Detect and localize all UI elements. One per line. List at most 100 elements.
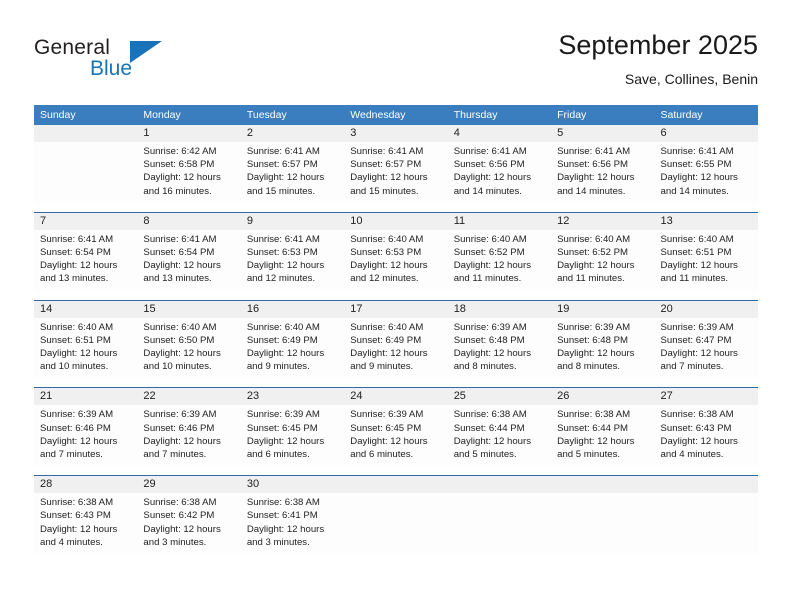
weekday-header-wednesday: Wednesday: [350, 109, 406, 121]
day-number[interactable]: 11: [448, 213, 551, 230]
day-number[interactable]: 24: [344, 388, 447, 405]
day-number[interactable]: 28: [34, 476, 137, 493]
day-cell[interactable]: Sunrise: 6:40 AM Sunset: 6:50 PM Daylight:…: [137, 318, 240, 380]
sunrise-text: Sunrise: 6:41 AM: [40, 233, 114, 245]
day-cell[interactable]: Sunrise: 6:38 AM Sunset: 6:41 PM Daylight:…: [241, 493, 344, 555]
day-cell[interactable]: Sunrise: 6:39 AM Sunset: 6:47 PM Daylight:…: [655, 318, 758, 380]
sunrise-text: Sunrise: 6:38 AM: [246, 497, 320, 509]
sunrise-text: Sunrise: 6:40 AM: [143, 321, 217, 333]
sunset-text: Sunset: 6:58 PM: [143, 159, 215, 171]
day-number-empty: [448, 476, 551, 493]
day-number[interactable]: 14: [34, 301, 137, 318]
day-number[interactable]: 10: [344, 213, 447, 230]
sunset-text: Sunset: 6:50 PM: [143, 334, 215, 346]
sunrise-text: Sunrise: 6:38 AM: [453, 409, 527, 421]
day-number[interactable]: 9: [241, 213, 344, 230]
daylight-text: Daylight: 12 hours: [660, 348, 738, 360]
sunrise-text: Sunrise: 6:39 AM: [453, 321, 527, 333]
day-number[interactable]: 15: [137, 301, 240, 318]
day-number[interactable]: 7: [34, 213, 137, 230]
page-title: September 2025: [558, 30, 758, 60]
daylight-text: Daylight: 12 hours: [350, 435, 428, 447]
day-cell[interactable]: Sunrise: 6:41 AM Sunset: 6:55 PM Daylight:…: [655, 142, 758, 204]
sunset-text: Sunset: 6:42 PM: [143, 510, 215, 522]
daylight-text: Daylight: 12 hours: [143, 435, 221, 447]
daylight-text-cont: and 12 minutes.: [350, 273, 419, 285]
daylight-text-cont: and 11 minutes.: [557, 273, 625, 285]
day-number[interactable]: 4: [448, 125, 551, 142]
day-cell[interactable]: Sunrise: 6:40 AM Sunset: 6:49 PM Daylight:…: [344, 318, 447, 380]
day-number[interactable]: 23: [241, 388, 344, 405]
day-number[interactable]: 27: [655, 388, 758, 405]
daylight-text-cont: and 6 minutes.: [246, 449, 310, 461]
calendar-page: General Blue September 2025 Save, Collin…: [0, 0, 792, 612]
sunrise-text: Sunrise: 6:40 AM: [40, 321, 114, 333]
sunrise-text: Sunrise: 6:40 AM: [453, 233, 527, 245]
day-number[interactable]: 25: [448, 388, 551, 405]
day-cell[interactable]: Sunrise: 6:38 AM Sunset: 6:42 PM Daylight:…: [137, 493, 240, 555]
day-cell[interactable]: Sunrise: 6:41 AM Sunset: 6:57 PM Daylight:…: [344, 142, 447, 204]
day-cell[interactable]: Sunrise: 6:38 AM Sunset: 6:43 PM Daylight:…: [34, 493, 137, 555]
day-cell[interactable]: Sunrise: 6:40 AM Sunset: 6:52 PM Daylight:…: [448, 230, 551, 292]
day-number[interactable]: 5: [551, 125, 654, 142]
day-number[interactable]: 6: [655, 125, 758, 142]
sunset-text: Sunset: 6:45 PM: [246, 422, 318, 434]
day-number[interactable]: 3: [344, 125, 447, 142]
day-cell[interactable]: Sunrise: 6:40 AM Sunset: 6:53 PM Daylight:…: [344, 230, 447, 292]
day-number[interactable]: 30: [241, 476, 344, 493]
daylight-text-cont: and 13 minutes.: [40, 273, 109, 285]
day-number[interactable]: 2: [241, 125, 344, 142]
day-cell[interactable]: Sunrise: 6:39 AM Sunset: 6:46 PM Daylight:…: [137, 405, 240, 467]
daylight-text: Daylight: 12 hours: [557, 348, 635, 360]
daylight-text: Daylight: 12 hours: [350, 348, 428, 360]
day-number[interactable]: 16: [241, 301, 344, 318]
day-cell[interactable]: Sunrise: 6:42 AM Sunset: 6:58 PM Daylight:…: [137, 142, 240, 204]
day-number[interactable]: 12: [551, 213, 654, 230]
day-cell[interactable]: Sunrise: 6:39 AM Sunset: 6:45 PM Daylight:…: [344, 405, 447, 467]
day-cell[interactable]: Sunrise: 6:40 AM Sunset: 6:49 PM Daylight:…: [241, 318, 344, 380]
day-cell[interactable]: Sunrise: 6:41 AM Sunset: 6:54 PM Daylight:…: [34, 230, 137, 292]
brand-logo[interactable]: General Blue: [34, 36, 234, 88]
day-cell[interactable]: Sunrise: 6:39 AM Sunset: 6:48 PM Daylight:…: [551, 318, 654, 380]
day-number[interactable]: 13: [655, 213, 758, 230]
daylight-text: Daylight: 12 hours: [143, 348, 221, 360]
weekday-header-sunday: Sunday: [40, 109, 76, 121]
day-number[interactable]: 1: [137, 125, 240, 142]
sunset-text: Sunset: 6:49 PM: [246, 334, 318, 346]
sunset-text: Sunset: 6:53 PM: [246, 247, 318, 259]
day-cell[interactable]: Sunrise: 6:41 AM Sunset: 6:56 PM Daylight:…: [551, 142, 654, 204]
sunset-text: Sunset: 6:46 PM: [40, 422, 111, 434]
day-number[interactable]: 26: [551, 388, 654, 405]
day-number[interactable]: 20: [655, 301, 758, 318]
day-cell[interactable]: Sunrise: 6:39 AM Sunset: 6:48 PM Daylight:…: [448, 318, 551, 380]
day-cell[interactable]: Sunrise: 6:39 AM Sunset: 6:46 PM Daylight:…: [34, 405, 137, 467]
triangle-icon: [130, 41, 162, 63]
day-number[interactable]: 22: [137, 388, 240, 405]
day-cell[interactable]: Sunrise: 6:41 AM Sunset: 6:53 PM Daylight:…: [241, 230, 344, 292]
sunrise-text: Sunrise: 6:39 AM: [350, 409, 424, 421]
weekday-header-friday: Friday: [557, 109, 587, 121]
day-cell[interactable]: Sunrise: 6:41 AM Sunset: 6:57 PM Daylight:…: [241, 142, 344, 204]
daylight-text-cont: and 14 minutes.: [557, 185, 626, 197]
sunset-text: Sunset: 6:52 PM: [453, 247, 525, 259]
day-cell[interactable]: Sunrise: 6:41 AM Sunset: 6:54 PM Daylight:…: [137, 230, 240, 292]
day-cell[interactable]: Sunrise: 6:40 AM Sunset: 6:51 PM Daylight:…: [655, 230, 758, 292]
page-header: General Blue September 2025 Save, Collin…: [0, 0, 792, 104]
day-number[interactable]: 19: [551, 301, 654, 318]
day-cell[interactable]: Sunrise: 6:40 AM Sunset: 6:52 PM Daylight:…: [551, 230, 654, 292]
day-cell[interactable]: Sunrise: 6:38 AM Sunset: 6:44 PM Daylight:…: [551, 405, 654, 467]
week-day-number-band: 21 22 23 24 25 26 27: [34, 388, 758, 406]
day-number[interactable]: 21: [34, 388, 137, 405]
day-number[interactable]: 17: [344, 301, 447, 318]
day-cell[interactable]: Sunrise: 6:39 AM Sunset: 6:45 PM Daylight:…: [241, 405, 344, 467]
day-number[interactable]: 8: [137, 213, 240, 230]
sunset-text: Sunset: 6:51 PM: [660, 247, 732, 259]
day-number[interactable]: 18: [448, 301, 551, 318]
daylight-text-cont: and 6 minutes.: [350, 449, 414, 461]
sunrise-text: Sunrise: 6:41 AM: [453, 146, 527, 157]
day-cell[interactable]: Sunrise: 6:41 AM Sunset: 6:56 PM Daylight:…: [448, 142, 551, 204]
day-number[interactable]: 29: [137, 476, 240, 493]
day-cell[interactable]: Sunrise: 6:40 AM Sunset: 6:51 PM Daylight:…: [34, 318, 137, 380]
day-cell[interactable]: Sunrise: 6:38 AM Sunset: 6:44 PM Daylight:…: [448, 405, 551, 467]
day-cell[interactable]: Sunrise: 6:38 AM Sunset: 6:43 PM Daylight:…: [655, 405, 758, 467]
